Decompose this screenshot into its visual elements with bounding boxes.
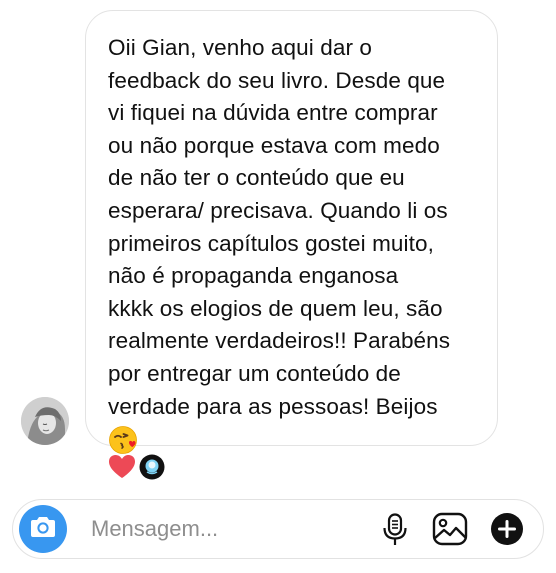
reactor-avatar-icon — [139, 454, 165, 485]
gallery-icon[interactable] — [432, 512, 468, 551]
camera-button[interactable] — [19, 505, 67, 553]
kissing-face-emoji — [108, 425, 138, 455]
plus-icon[interactable] — [490, 512, 524, 551]
microphone-icon[interactable] — [382, 513, 408, 552]
heart-icon — [108, 454, 136, 485]
message-composer[interactable]: Mensagem... — [12, 499, 544, 559]
sender-avatar[interactable] — [21, 397, 69, 445]
message-input[interactable]: Mensagem... — [91, 516, 218, 542]
message-text: Oii Gian, venho aqui dar o feedback do s… — [108, 35, 451, 419]
camera-icon — [29, 515, 57, 544]
message-bubble[interactable]: Oii Gian, venho aqui dar o feedback do s… — [85, 10, 498, 455]
